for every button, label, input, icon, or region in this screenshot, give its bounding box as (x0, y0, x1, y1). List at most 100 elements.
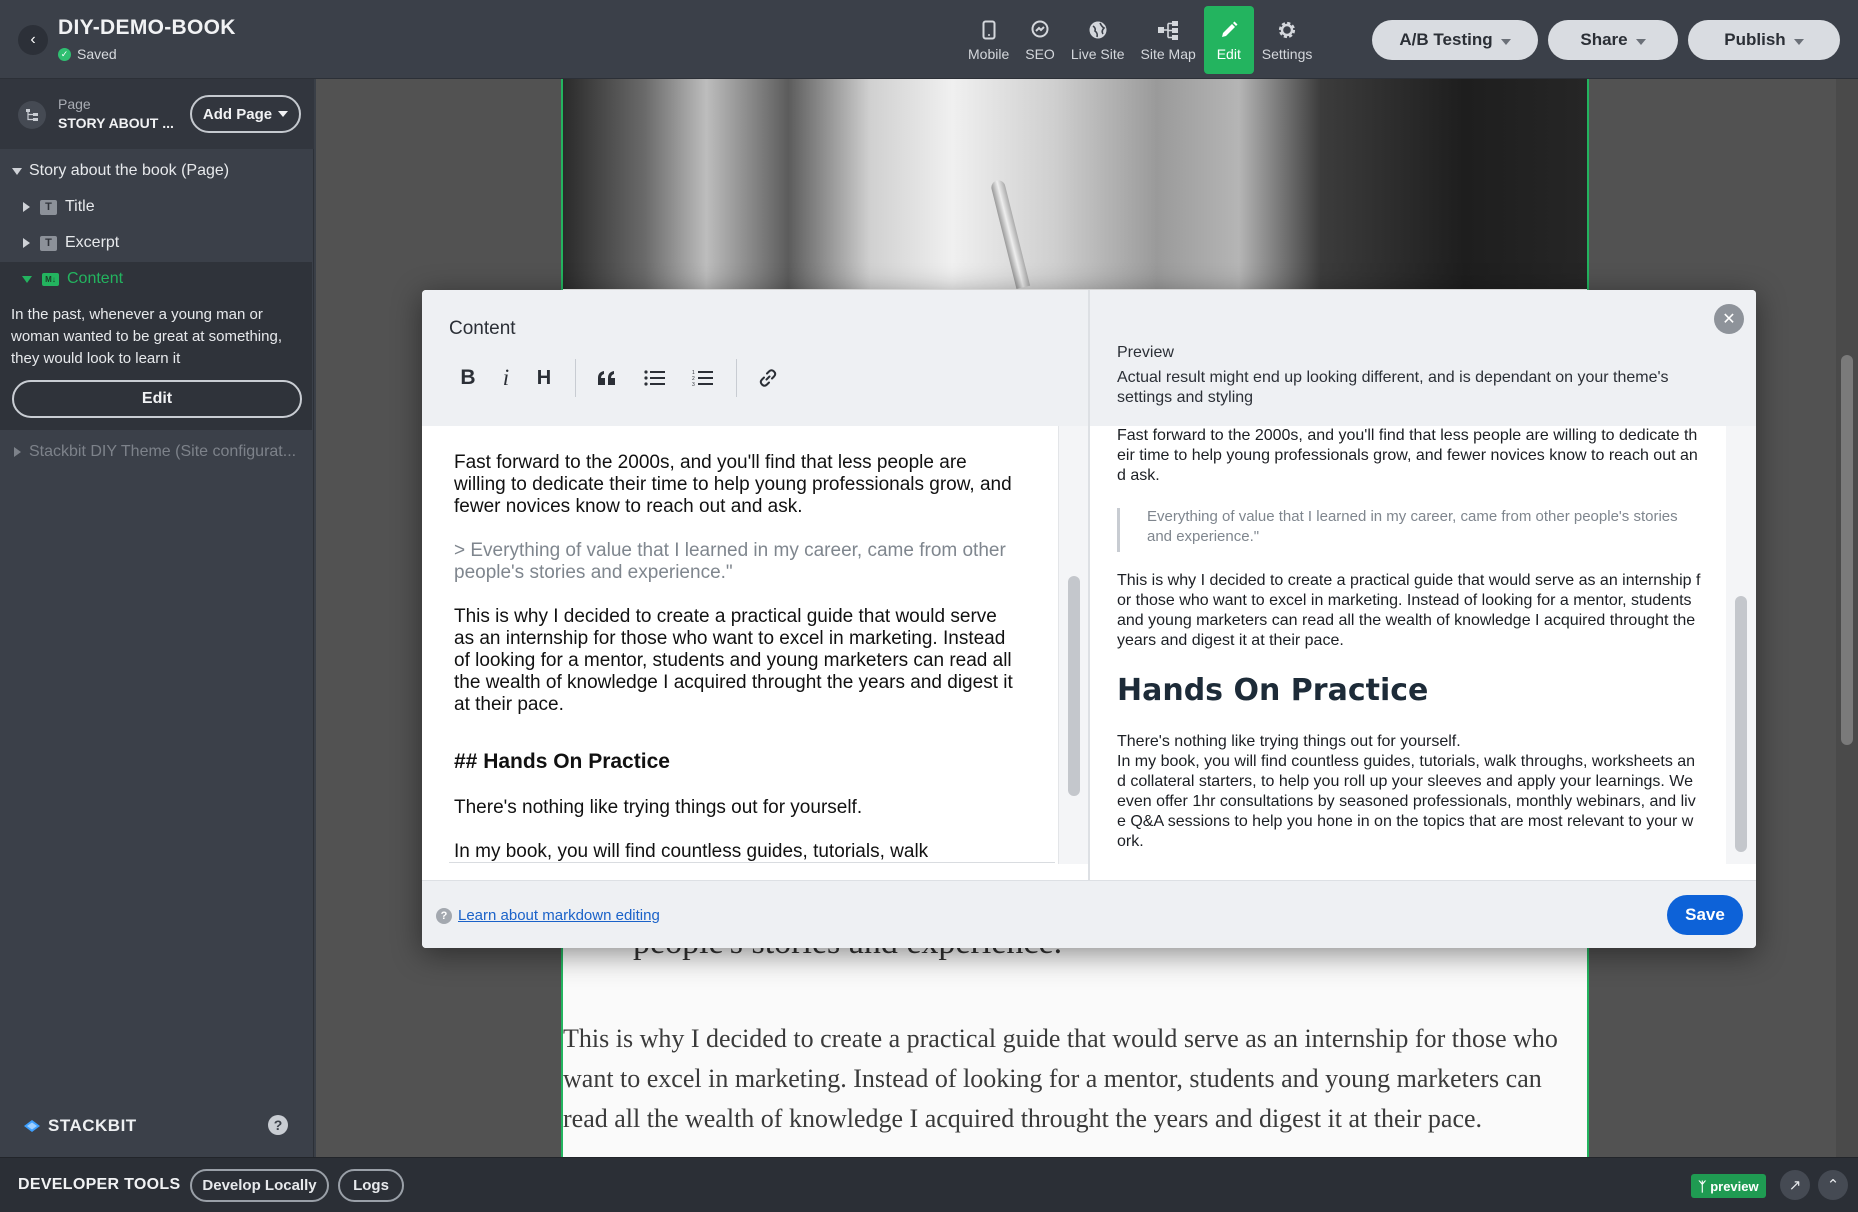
numbered-list-icon: 123 (692, 370, 713, 387)
editor-header: Content B i H 123 (422, 290, 1088, 426)
save-status: ✓ Saved (58, 46, 117, 62)
collapse-triangle-icon (23, 238, 30, 248)
edit-mode-button[interactable]: Edit (1203, 6, 1254, 74)
back-button[interactable]: ‹ (18, 25, 48, 55)
heading-icon: H (536, 366, 552, 389)
share-dropdown[interactable]: Share (1548, 20, 1678, 60)
sitemap-icon (1156, 18, 1180, 42)
markdown-help-link[interactable]: Learn about markdown editing (458, 907, 660, 924)
editor-paragraph-4: In my book, you will find countless guid… (454, 841, 929, 862)
branch-badge[interactable]: ᛉ preview (1691, 1174, 1766, 1198)
share-label: Share (1580, 30, 1628, 49)
save-button[interactable]: Save (1667, 895, 1743, 935)
ab-testing-label: A/B Testing (1399, 30, 1493, 49)
live-site-button[interactable]: Live Site (1063, 6, 1133, 74)
tree-item-theme[interactable]: Stackbit DIY Theme (Site configurat... (0, 435, 314, 469)
publish-dropdown[interactable]: Publish (1688, 20, 1840, 60)
tree-item-content-label: Content (67, 270, 124, 287)
markdown-editor[interactable]: Fast forward to the 2000s, and you'll fi… (422, 426, 1058, 864)
bullet-list-icon (644, 370, 665, 386)
expand-panel-button[interactable]: ⌃ (1818, 1170, 1848, 1200)
caret-down-icon (1635, 38, 1646, 45)
bold-button[interactable]: B (449, 359, 487, 397)
bullet-list-button[interactable] (636, 359, 674, 397)
page-tree-icon[interactable] (18, 101, 46, 129)
developer-tools-bar: DEVELOPER TOOLS Develop Locally Logs ᛉ p… (0, 1157, 1858, 1212)
live-site-label: Live Site (1070, 46, 1125, 62)
tree-item-title[interactable]: T Title (0, 190, 314, 224)
save-status-label: Saved (77, 46, 117, 62)
settings-label: Settings (1261, 46, 1313, 62)
link-button[interactable] (749, 359, 787, 397)
stackbit-logo-text: STACKBIT (48, 1116, 137, 1135)
caret-down-icon (278, 111, 289, 117)
develop-locally-button[interactable]: Develop Locally (190, 1169, 329, 1202)
editor-paragraph-1: Fast forward to the 2000s, and you'll fi… (454, 452, 1012, 517)
tree-item-excerpt-label: Excerpt (65, 234, 120, 251)
toolbar-divider (575, 359, 576, 397)
link-icon (759, 369, 777, 387)
ab-testing-dropdown[interactable]: A/B Testing (1372, 20, 1538, 60)
help-icon[interactable]: ? (268, 1115, 288, 1135)
preview-scrollbar[interactable] (1726, 426, 1756, 864)
sidebar: Page STORY ABOUT ... Add Page Story abou… (0, 79, 314, 1157)
open-external-button[interactable]: ↗ (1780, 1170, 1810, 1200)
modal-footer: ? Learn about markdown editing Save (422, 880, 1756, 948)
close-modal-button[interactable]: ✕ (1714, 304, 1744, 334)
markdown-preview: Fast forward to the 2000s, and you'll fi… (1090, 426, 1726, 864)
help-icon: ? (436, 908, 452, 924)
content-preview-text: In the past, whenever a young man or wom… (11, 306, 282, 367)
preview-title: Preview (1117, 344, 1174, 361)
logs-button[interactable]: Logs (338, 1169, 404, 1202)
settings-button[interactable]: Settings (1254, 6, 1321, 74)
text-field-icon: T (40, 235, 57, 251)
tree-item-theme-label: Stackbit DIY Theme (Site configurat... (29, 443, 297, 460)
mobile-button[interactable]: Mobile (960, 6, 1017, 74)
developer-tools-title: DEVELOPER TOOLS (18, 1176, 181, 1193)
preview-header: Preview Actual result might end up looki… (1090, 290, 1756, 426)
preview-quote-bar (1117, 508, 1120, 552)
editor-heading: ## Hands On Practice (454, 750, 670, 773)
page-selector: Page STORY ABOUT ... Add Page (0, 79, 314, 149)
project-title: DIY-DEMO-BOOK (58, 16, 236, 39)
page-name[interactable]: STORY ABOUT ... (58, 115, 174, 131)
editor-scrollbar[interactable] (1058, 426, 1088, 864)
editor-quote: > Everything of value that I learned in … (454, 540, 1006, 583)
preview-scrollbar-thumb[interactable] (1735, 596, 1747, 852)
numbered-list-button[interactable]: 123 (684, 359, 722, 397)
italic-button[interactable]: i (487, 359, 525, 397)
seo-icon (1028, 18, 1052, 42)
add-page-label: Add Page (202, 105, 273, 123)
caret-down-icon (1500, 38, 1511, 45)
seo-label: SEO (1025, 46, 1055, 62)
check-icon: ✓ (58, 47, 71, 61)
seo-button[interactable]: SEO (1017, 6, 1063, 74)
add-page-button[interactable]: Add Page (190, 95, 301, 133)
heading-button[interactable]: H (525, 359, 563, 397)
preview-paragraph-1: Fast forward to the 2000s, and you'll fi… (1117, 427, 1698, 484)
tree-item-excerpt[interactable]: T Excerpt (0, 226, 314, 260)
gear-icon (1275, 18, 1299, 42)
editor-scrollbar-thumb[interactable] (1068, 576, 1080, 796)
canvas-scrollbar-thumb[interactable] (1841, 355, 1853, 745)
quote-button[interactable] (588, 359, 626, 397)
chevron-left-icon: ‹ (30, 31, 36, 48)
edit-content-button[interactable]: Edit (12, 380, 302, 418)
tree-item-page-label: Story about the book (Page) (29, 162, 230, 179)
preview-quote: Everything of value that I learned in my… (1147, 508, 1678, 545)
tree-item-page[interactable]: Story about the book (Page) (0, 154, 314, 188)
preview-heading: Hands On Practice (1117, 673, 1429, 708)
content-editor-modal: Content B i H 123 Fast forward to the 20… (422, 290, 1756, 948)
toolbar-divider (736, 359, 737, 397)
site-map-button[interactable]: Site Map (1133, 6, 1204, 74)
site-paragraph: This is why I decided to create a practi… (563, 1024, 1558, 1133)
caret-down-icon (1793, 38, 1804, 45)
tree-item-content[interactable]: M↓ Content (0, 262, 314, 296)
canvas-scrollbar[interactable] (1836, 79, 1858, 1157)
italic-icon: i (502, 365, 510, 390)
preview-paragraph-3: There's nothing like trying things out f… (1117, 733, 1461, 750)
close-icon: ✕ (1722, 311, 1736, 328)
hero-photo (563, 79, 1587, 289)
page-label: Page (58, 96, 91, 112)
preview-paragraph-2: This is why I decided to create a practi… (1117, 572, 1701, 649)
